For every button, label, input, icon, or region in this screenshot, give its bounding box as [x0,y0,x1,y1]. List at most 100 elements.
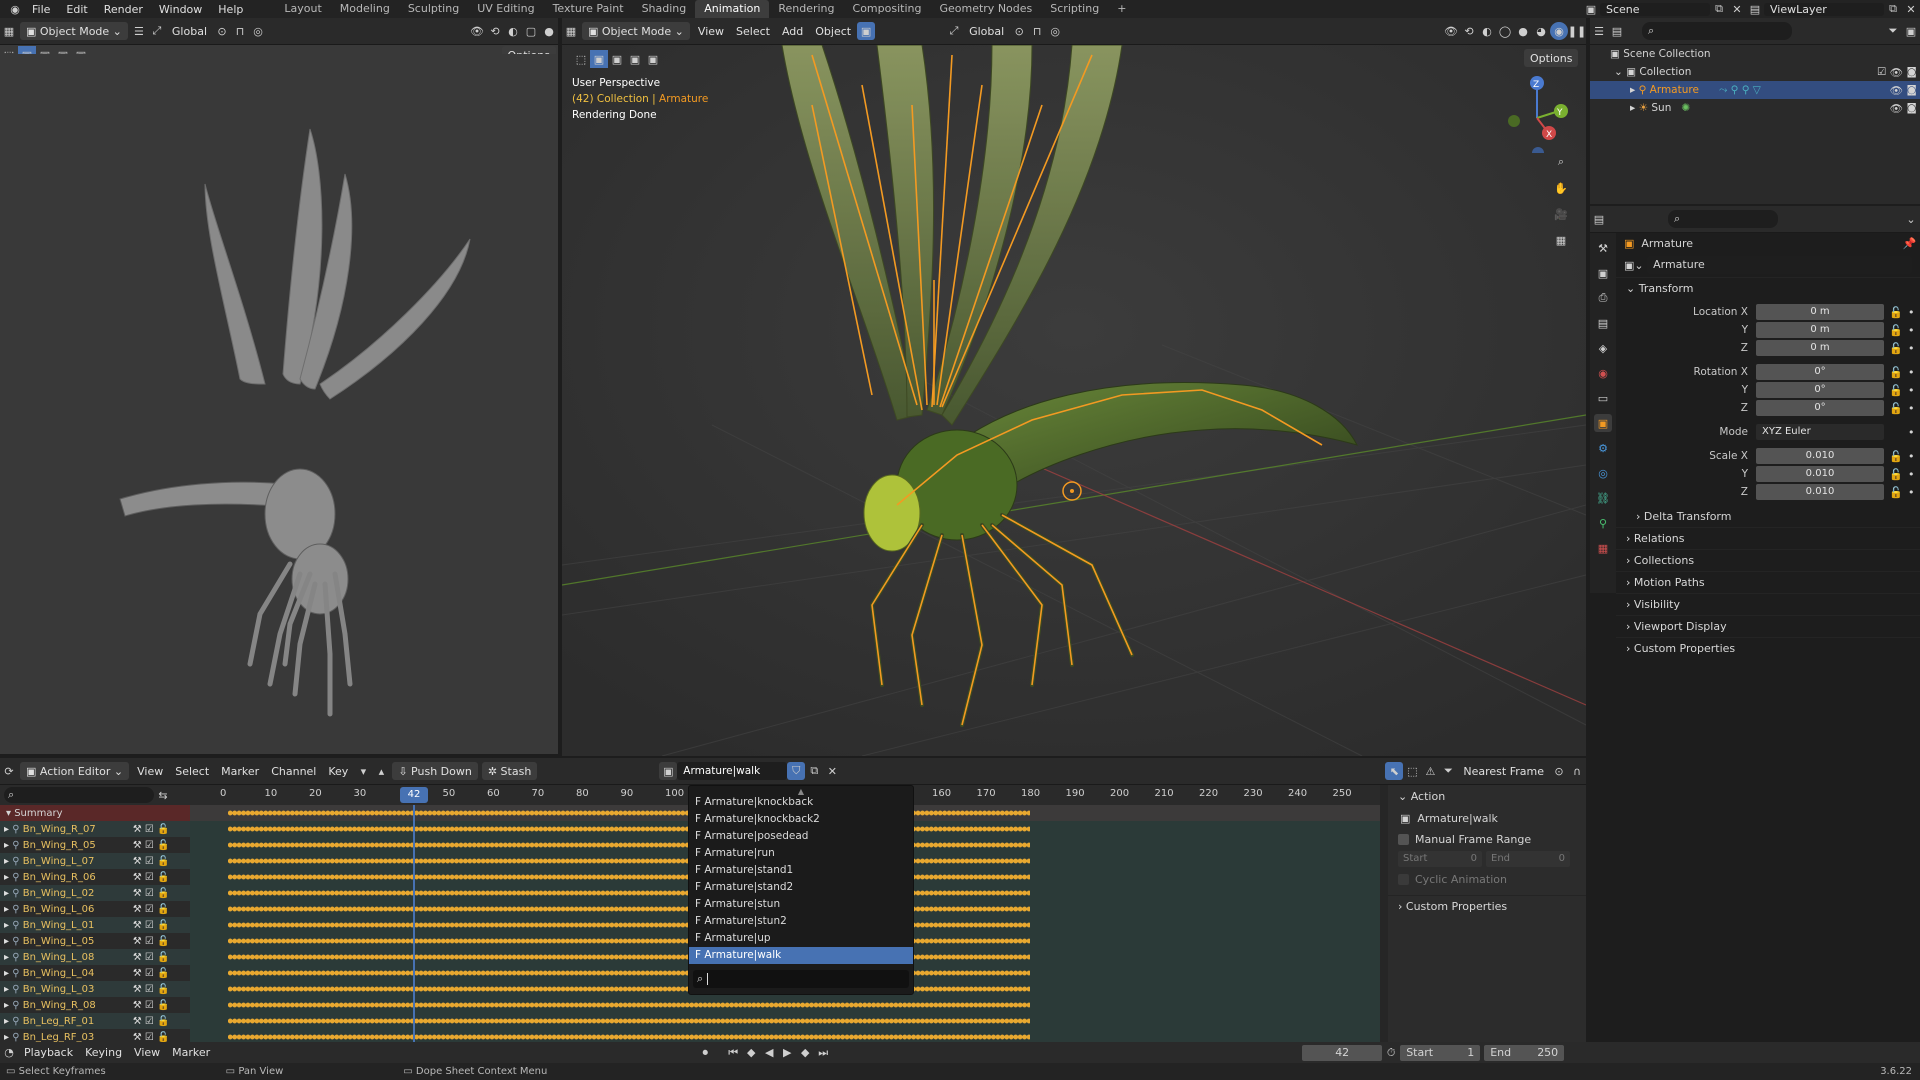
texture-tab-icon[interactable]: ▦ [1594,539,1612,557]
location-z-keyframe-icon[interactable]: • [1908,342,1915,355]
main-material-icon[interactable]: ◕ [1532,22,1550,40]
channel-row[interactable]: ▸ ⚲ Bn_Wing_L_08 ⚒ ☑ 🔓 [0,949,190,965]
vr-icon[interactable]: ▣ [857,22,876,40]
pivot-icon[interactable]: ⊙ [213,22,231,40]
scale-y-field[interactable]: 0.010 [1756,466,1884,482]
scale-z-field[interactable]: 0.010 [1756,484,1884,500]
ds-menu-select[interactable]: Select [169,765,215,778]
main-snap-icon[interactable]: ⊓ [1028,22,1046,40]
main-options-button[interactable]: Options [1524,49,1579,67]
scale-x-lock-icon[interactable]: 🔓 [1884,450,1908,463]
snap-mode-select[interactable]: Nearest Frame [1457,765,1550,778]
main-editor-type-icon[interactable]: ▦ [562,22,580,40]
main-gizmo-icon[interactable]: ⟲ [1460,22,1478,40]
tab-animation[interactable]: Animation [695,0,770,18]
end-frame-field[interactable]: End 250 [1484,1044,1565,1061]
action-dropdown-item[interactable]: F Armature|knockback2 [689,811,913,828]
channel-expand-icon[interactable]: ▸ [4,1000,12,1011]
action-dropdown-item[interactable]: F Armature|knockback [689,794,913,811]
scale-z-lock-icon[interactable]: 🔓 [1884,486,1908,499]
tab-modeling[interactable]: Modeling [331,0,399,18]
channel-check-icon[interactable]: ☑ [145,1000,157,1011]
channel-lock-icon[interactable]: 🔓 [157,840,169,851]
menu-render[interactable]: Render [96,3,151,16]
ds-menu-view[interactable]: View [131,765,169,778]
action-dropdown-item[interactable]: F Armature|up [689,930,913,947]
location-z-field[interactable]: 0 m [1756,340,1884,356]
channel-lock-icon[interactable]: 🔓 [157,968,169,979]
scale-y-lock-icon[interactable]: 🔓 [1884,468,1908,481]
channel-row[interactable]: ▸ ⚲ Bn_Wing_L_02 ⚒ ☑ 🔓 [0,885,190,901]
channel-check-icon[interactable]: ☑ [145,1032,157,1043]
collection-check-icon[interactable]: ☑ [1877,66,1886,78]
prev-key-icon[interactable]: ◆ [742,1044,760,1062]
main-menu-select[interactable]: Select [730,25,776,38]
motion-paths-panel-header[interactable]: › Motion Paths [1616,571,1920,593]
channel-modifier-icon[interactable]: ⚒ [133,1032,145,1043]
main-menu-add[interactable]: Add [776,25,809,38]
tab-compositing[interactable]: Compositing [844,0,931,18]
play-icon[interactable]: ▶ [778,1044,796,1062]
rotation-x-keyframe-icon[interactable]: • [1908,366,1915,379]
ds-up-arrow-icon[interactable]: ▴ [372,762,390,780]
rotation-z-keyframe-icon[interactable]: • [1908,402,1915,415]
summary-channel[interactable]: ▾ Summary [0,805,190,821]
menu-window[interactable]: Window [151,3,210,16]
snap-icon[interactable]: ⊓ [231,22,249,40]
menu-hamburger-icon[interactable]: ☰ [130,22,148,40]
channel-expand-icon[interactable]: ▸ [4,856,12,867]
left-viewport[interactable] [0,54,558,754]
main-orientation-select[interactable]: Global [963,25,1010,38]
channel-expand-icon[interactable]: ▸ [4,968,12,979]
channel-row[interactable]: ▸ ⚲ Bn_Wing_L_01 ⚒ ☑ 🔓 [0,917,190,933]
channel-check-icon[interactable]: ☑ [145,920,157,931]
collections-panel-header[interactable]: › Collections [1616,549,1920,571]
data-tab-icon[interactable]: ⚲ [1594,514,1612,532]
scene-selector[interactable]: Scene [1600,2,1710,16]
tab-rendering[interactable]: Rendering [769,0,843,18]
pin-icon[interactable]: 📌 [1903,237,1917,250]
tab-layout[interactable]: Layout [275,0,330,18]
channel-lock-icon[interactable]: 🔓 [157,936,169,947]
action-dropdown-item[interactable]: F Armature|posedead [689,828,913,845]
main-select-box-icon[interactable]: ⬚ [572,50,590,68]
channel-check-icon[interactable]: ☑ [145,984,157,995]
channel-modifier-icon[interactable]: ⚒ [133,1000,145,1011]
constraint-tab-icon[interactable]: ⛓ [1594,489,1612,507]
channel-lock-icon[interactable]: 🔓 [157,824,169,835]
channel-row[interactable]: ▸ ⚲ Bn_Wing_R_07 ⚒ ☑ 🔓 [0,821,190,837]
action-name-field[interactable]: Armature|walk [677,762,788,780]
channel-lock-icon[interactable]: 🔓 [157,952,169,963]
filter-icon[interactable]: ⏷ [1884,22,1902,40]
main-overlay-icon[interactable]: ◐ [1478,22,1496,40]
visibility-icon[interactable]: 👁 [468,22,486,40]
channel-modifier-icon[interactable]: ⚒ [133,888,145,899]
view-layer-selector[interactable]: ViewLayer [1764,2,1884,16]
channel-check-icon[interactable]: ☑ [145,888,157,899]
properties-search-input[interactable]: ⌕ [1668,210,1778,228]
action-dropdown-item[interactable]: F Armature|stun2 [689,913,913,930]
new-scene-icon[interactable]: ⧉ [1710,0,1728,18]
delta-transform-subpanel[interactable]: › Delta Transform [1616,505,1920,527]
scale-x-field[interactable]: 0.010 [1756,448,1884,464]
tab-texture-paint[interactable]: Texture Paint [544,0,633,18]
tl-menu-view[interactable]: View [128,1046,166,1059]
collection-eye-icon[interactable]: 👁 [1890,66,1903,79]
jump-start-icon[interactable]: ⏮ [724,1044,742,1062]
new-view-layer-icon[interactable]: ⧉ [1884,0,1902,18]
location-y-keyframe-icon[interactable]: • [1908,324,1915,337]
manual-frame-range-checkbox[interactable] [1398,833,1409,845]
camera-icon[interactable]: 🎥 [1552,205,1570,223]
channel-check-icon[interactable]: ☑ [145,904,157,915]
outliner-search-input[interactable]: ⌕ [1642,22,1792,40]
channel-row[interactable]: ▸ ⚲ Bn_Leg_RF_01 ⚒ ☑ 🔓 [0,1013,190,1029]
channel-expand-icon[interactable]: ▸ [4,824,12,835]
action-dropdown-item[interactable]: F Armature|stand2 [689,879,913,896]
action-search-input[interactable]: ⌕ [693,970,909,988]
channel-search-input[interactable]: ⌕ [4,787,154,803]
play-reverse-icon[interactable]: ◀ [760,1044,778,1062]
ds-down-arrow-icon[interactable]: ▾ [354,762,372,780]
channel-lock-icon[interactable]: 🔓 [157,984,169,995]
channel-lock-icon[interactable]: 🔓 [157,856,169,867]
channel-modifier-icon[interactable]: ⚒ [133,984,145,995]
